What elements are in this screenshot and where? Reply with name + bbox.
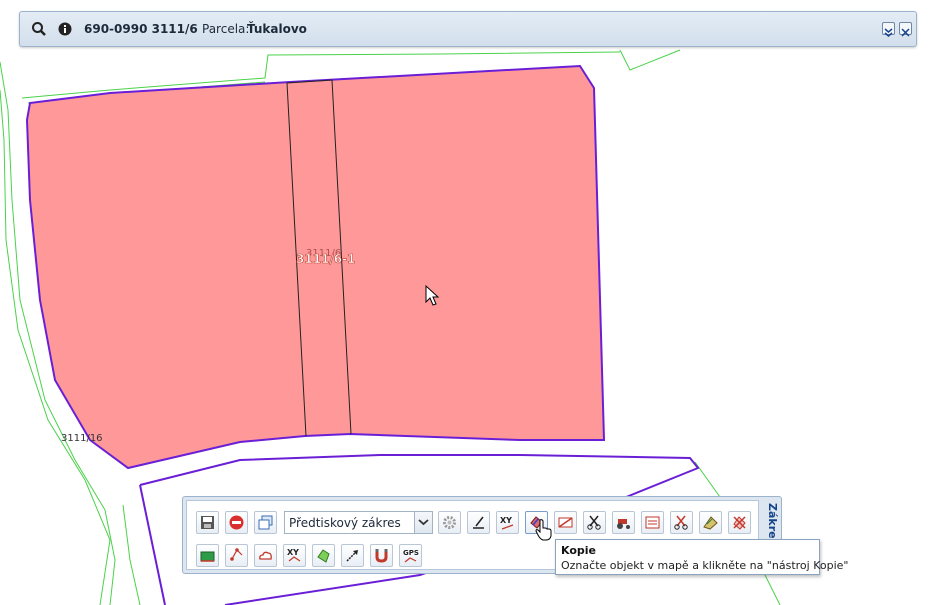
cut-icon[interactable] — [583, 511, 606, 534]
delete-line-icon[interactable] — [554, 511, 577, 534]
layer-select-value: Předtiskový zákres — [289, 516, 401, 530]
parcel-name: Ťukalovo — [247, 22, 307, 36]
settings-icon[interactable] — [438, 511, 461, 534]
save-icon[interactable] — [196, 511, 219, 534]
polygon-icon[interactable] — [312, 544, 335, 567]
windows-icon[interactable] — [254, 511, 277, 534]
arrow-icon[interactable] — [341, 544, 364, 567]
parcel-label: Parcela: — [202, 22, 250, 36]
toolbar-title: Zákres — [766, 503, 779, 546]
parcel-label-main: 3111/6-1 — [296, 252, 355, 266]
remove-icon[interactable] — [728, 511, 751, 534]
svg-text:XY: XY — [287, 548, 299, 557]
close-icon[interactable] — [899, 22, 912, 37]
tooltip: Kopie Označte objekt v mapě a klikněte n… — [555, 539, 848, 575]
gps-icon[interactable]: GPS — [399, 544, 422, 567]
scissors-icon[interactable] — [670, 511, 693, 534]
parcel-polygon[interactable] — [25, 64, 606, 470]
tractor-icon[interactable] — [612, 511, 635, 534]
xy-draw-icon[interactable]: XY — [283, 544, 306, 567]
xy-icon[interactable]: XY — [496, 511, 519, 534]
draw-line-icon[interactable] — [467, 511, 490, 534]
area-icon[interactable] — [196, 544, 219, 567]
stop-icon[interactable] — [225, 511, 248, 534]
info-icon[interactable] — [57, 21, 73, 37]
edit-area-icon[interactable] — [641, 511, 664, 534]
parcel-code: 690-0990 3111/6 — [84, 22, 198, 36]
layer-select[interactable]: Předtiskový zákres — [284, 511, 433, 534]
search-icon[interactable] — [31, 21, 47, 37]
point-icon[interactable] — [225, 544, 248, 567]
cloud-icon[interactable] — [254, 544, 277, 567]
magnet-icon[interactable] — [370, 544, 393, 567]
parcel-label-corner: 3111/16 — [61, 433, 103, 444]
hand-cursor-icon — [535, 519, 553, 541]
parcel-info-bar: 690-0990 3111/6 Parcela: Ťukalovo — [19, 11, 917, 47]
tooltip-text: Označte objekt v mapě a klikněte na "nás… — [561, 559, 849, 572]
tooltip-title: Kopie — [561, 544, 596, 557]
collapse-icon[interactable] — [882, 22, 895, 37]
chevron-down-icon[interactable] — [414, 512, 432, 533]
svg-text:XY: XY — [500, 516, 512, 525]
hatch-icon[interactable] — [699, 511, 722, 534]
svg-text:GPS: GPS — [403, 549, 419, 557]
